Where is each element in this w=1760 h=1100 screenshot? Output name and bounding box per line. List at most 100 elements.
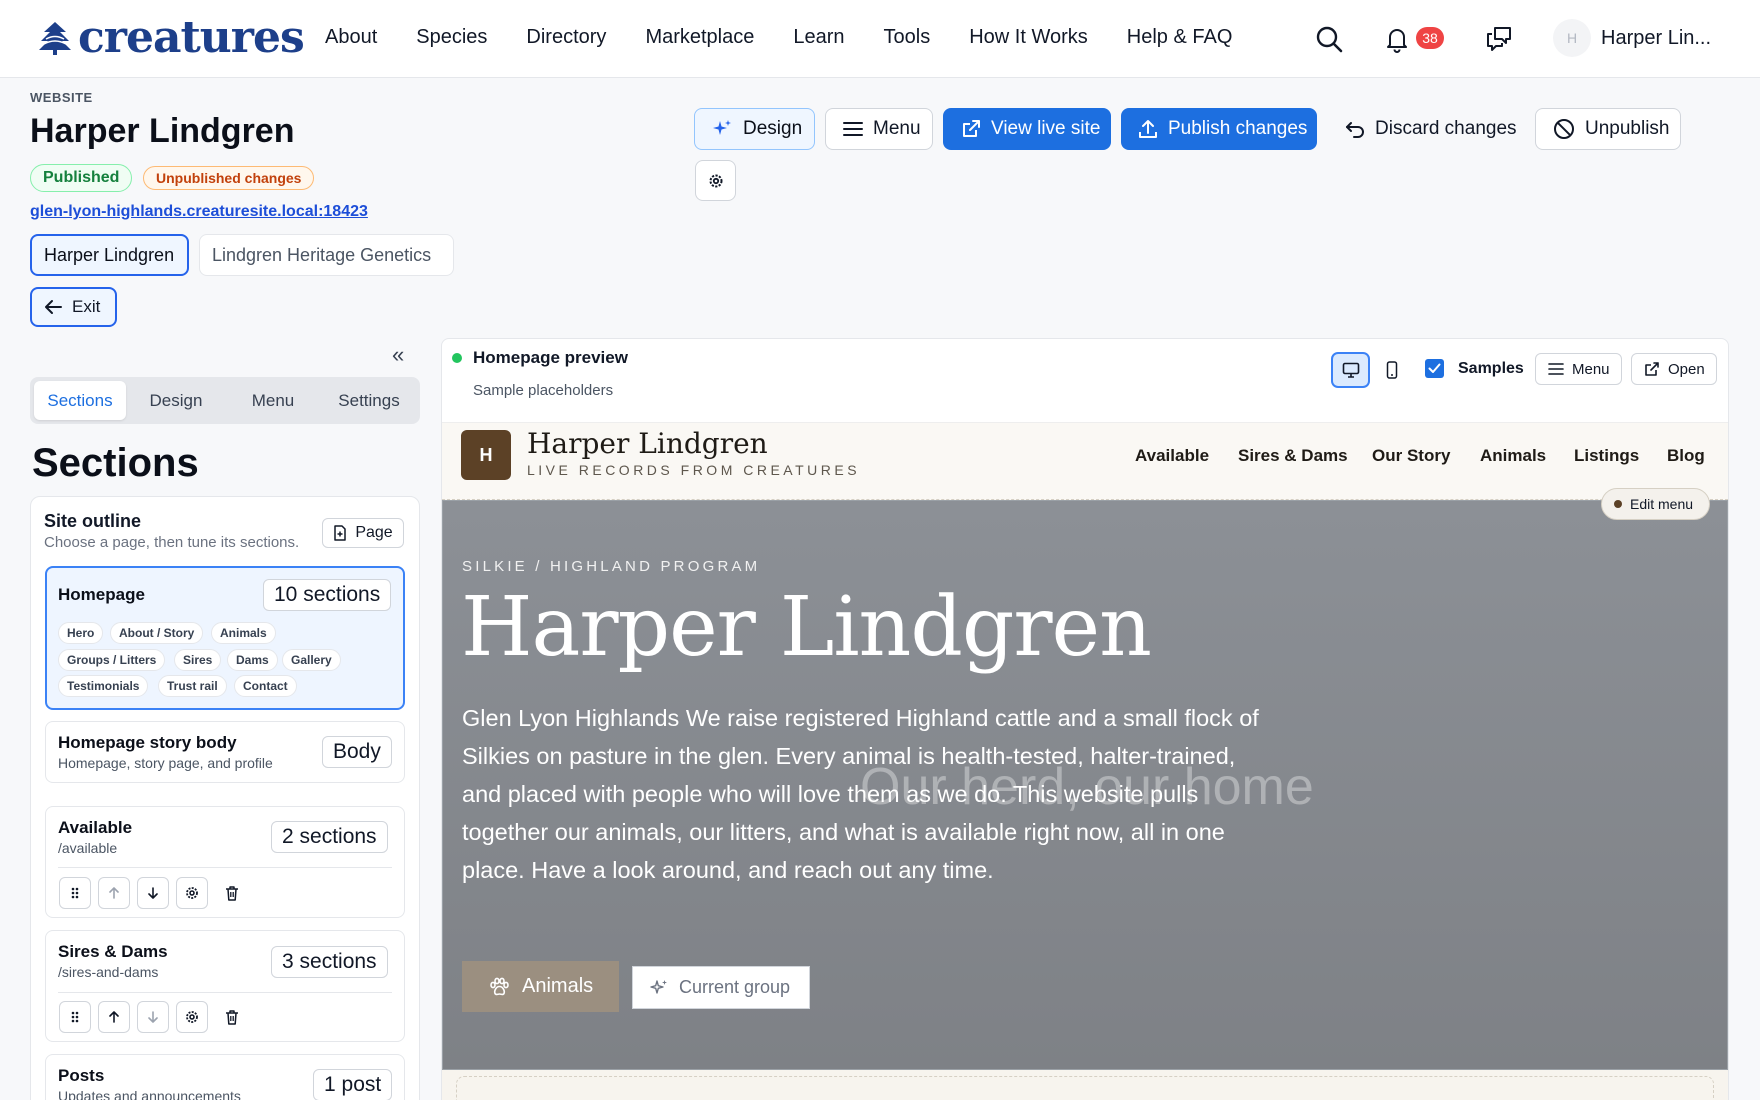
gear-icon <box>186 887 198 899</box>
drag-handle-sires-dams[interactable] <box>59 1001 91 1033</box>
section-chip-animals[interactable]: Animals <box>211 622 276 644</box>
publish-changes-button[interactable]: Publish changes <box>1121 108 1317 150</box>
delete-page-available[interactable] <box>216 877 248 909</box>
exit-button[interactable]: Exit <box>30 287 117 327</box>
desktop-view-toggle[interactable] <box>1331 352 1370 388</box>
add-page-label: Page <box>355 524 393 541</box>
bell-icon[interactable] <box>1382 24 1412 54</box>
drag-handle-available[interactable] <box>59 877 91 909</box>
section-chip-contact[interactable]: Contact <box>234 675 297 697</box>
paw-icon <box>490 977 509 995</box>
status-badge-published: Published <box>30 164 133 192</box>
site-tab-harper-lindgren[interactable]: Harper Lindgren <box>30 234 189 276</box>
arrow-up-icon <box>109 887 119 899</box>
search-icon[interactable] <box>1314 24 1344 54</box>
section-chip-trust-rail[interactable]: Trust rail <box>158 675 227 697</box>
nav-link-marketplace[interactable]: Marketplace <box>645 26 754 49</box>
messages-icon[interactable] <box>1484 24 1514 54</box>
brand-name: creatures <box>78 12 305 63</box>
section-chip-sires[interactable]: Sires <box>174 649 222 671</box>
hero-current-group-label: Current group <box>679 977 791 997</box>
site-outline-subtitle: Choose a page, then tune its sections. <box>44 534 300 551</box>
nav-link-learn[interactable]: Learn <box>793 26 844 49</box>
page-settings-sires-dams[interactable] <box>176 1001 208 1033</box>
page-section-count-available: 2 sections <box>271 821 388 853</box>
preview-site-tagline: LIVE RECORDS FROM CREATURES <box>527 462 861 478</box>
status-badge-unpublished: Unpublished changes <box>143 166 315 190</box>
edit-menu-button[interactable]: Edit menu <box>1601 488 1710 520</box>
section-chip-hero[interactable]: Hero <box>58 622 104 644</box>
section-chip-testimonials[interactable]: Testimonials <box>58 675 149 697</box>
nav-link-how-it-works[interactable]: How It Works <box>969 26 1088 49</box>
preview-nav-sires-dams[interactable]: Sires & Dams <box>1238 446 1348 466</box>
page-settings-available[interactable] <box>176 877 208 909</box>
page-section-count-homepage: 10 sections <box>263 579 392 611</box>
section-chip-dams[interactable]: Dams <box>227 649 278 671</box>
page-path-story-body: Homepage, story page, and profile <box>58 755 273 771</box>
preview-nav-animals[interactable]: Animals <box>1480 446 1546 466</box>
preview-nav-listings[interactable]: Listings <box>1574 446 1639 466</box>
preview-nav-available[interactable]: Available <box>1135 446 1209 466</box>
file-plus-icon <box>334 525 347 541</box>
move-down-sires-dams[interactable] <box>137 1001 169 1033</box>
page-name-available: Available <box>58 818 133 837</box>
gear-icon <box>186 1011 198 1023</box>
trash-icon <box>226 1010 238 1025</box>
tab-settings[interactable]: Settings <box>323 381 415 420</box>
panel-tabs: Sections Design Menu Settings <box>30 377 420 424</box>
nav-link-help-faq[interactable]: Help & FAQ <box>1127 26 1233 49</box>
sparkle-icon <box>650 979 667 994</box>
tab-sections[interactable]: Sections <box>34 381 126 420</box>
tab-design[interactable]: Design <box>130 381 222 420</box>
preview-site-logo[interactable]: H <box>461 430 511 480</box>
hero-current-group-button[interactable]: Current group <box>632 966 810 1009</box>
site-url-link[interactable]: glen-lyon-highlands.creaturesite.local:1… <box>30 203 368 221</box>
card-divider <box>58 867 392 868</box>
move-down-available[interactable] <box>137 877 169 909</box>
preview-menu-button[interactable]: Menu <box>1535 353 1622 385</box>
arrow-left-icon <box>45 300 62 314</box>
section-chip-about-story[interactable]: About / Story <box>110 622 204 644</box>
panel-title: Sections <box>32 441 199 485</box>
user-name[interactable]: Harper Lin... <box>1601 27 1711 50</box>
preview-nav-our-story[interactable]: Our Story <box>1372 446 1450 466</box>
move-up-available[interactable] <box>98 877 130 909</box>
exit-label: Exit <box>72 297 101 316</box>
avatar[interactable]: H <box>1553 19 1591 57</box>
samples-checkbox[interactable] <box>1425 359 1444 378</box>
page-section-count-posts: 1 post <box>313 1069 393 1100</box>
site-settings-button[interactable] <box>695 160 736 201</box>
design-button[interactable]: Design <box>694 108 815 150</box>
notification-badge: 38 <box>1416 27 1444 49</box>
mobile-view-toggle[interactable] <box>1374 352 1410 388</box>
preview-open-button[interactable]: Open <box>1631 353 1717 385</box>
preview-site-name[interactable]: Harper Lindgren <box>527 427 768 460</box>
samples-label[interactable]: Samples <box>1458 360 1524 378</box>
brand-logo[interactable]: creatures <box>38 12 305 64</box>
add-page-button[interactable]: Page <box>322 518 404 548</box>
preview-menu-label: Menu <box>1572 360 1610 378</box>
collapse-panel-icon[interactable]: « <box>392 342 404 368</box>
monitor-icon <box>1342 362 1359 378</box>
tab-menu[interactable]: Menu <box>227 381 319 420</box>
move-up-sires-dams[interactable] <box>98 1001 130 1033</box>
page-section-count-story-body: Body <box>322 736 392 768</box>
hero-animals-button[interactable]: Animals <box>462 961 619 1012</box>
page-section-count-sires-dams: 3 sections <box>271 946 388 978</box>
trash-icon <box>226 886 238 901</box>
external-link-icon <box>1645 362 1659 376</box>
discard-changes-button[interactable]: Discard changes <box>1337 108 1517 150</box>
nav-link-directory[interactable]: Directory <box>526 26 606 49</box>
nav-link-species[interactable]: Species <box>416 26 487 49</box>
section-chip-groups-litters[interactable]: Groups / Litters <box>58 649 166 671</box>
nav-link-tools[interactable]: Tools <box>884 26 931 49</box>
site-tab-lindgren-heritage[interactable]: Lindgren Heritage Genetics <box>199 234 454 276</box>
nav-link-about[interactable]: About <box>325 26 377 49</box>
menu-button[interactable]: Menu <box>825 108 933 150</box>
delete-page-sires-dams[interactable] <box>216 1001 248 1033</box>
hero-title: Harper Lindgren <box>461 580 1152 675</box>
preview-nav-blog[interactable]: Blog <box>1667 446 1705 466</box>
view-live-site-button[interactable]: View live site <box>943 108 1111 150</box>
unpublish-button[interactable]: Unpublish <box>1535 108 1681 150</box>
section-chip-gallery[interactable]: Gallery <box>282 649 341 671</box>
